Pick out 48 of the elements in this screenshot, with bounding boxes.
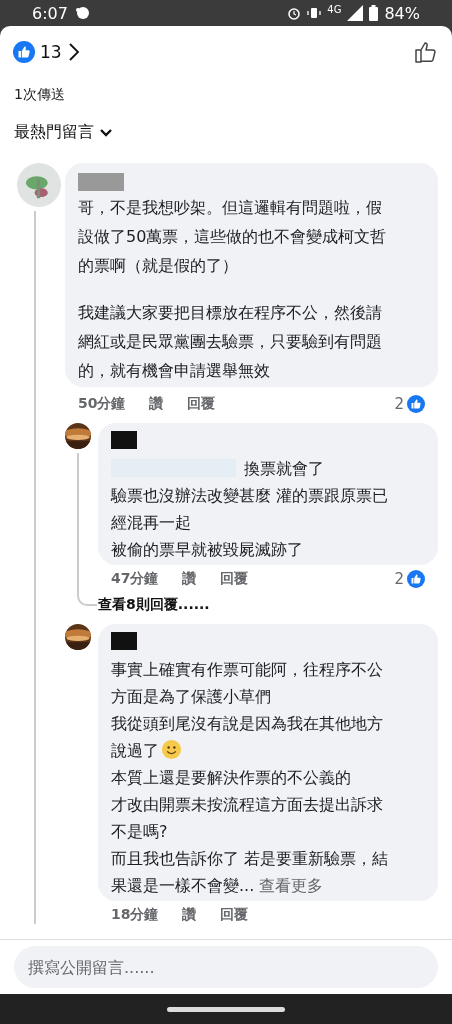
chevron-down-icon	[100, 128, 112, 137]
reaction-count[interactable]: 13	[40, 42, 62, 62]
redaction-block	[111, 431, 137, 449]
vibrate-icon	[307, 6, 322, 20]
like-badge-icon	[13, 41, 35, 63]
view-replies-link[interactable]: 查看8則回覆......	[98, 588, 438, 614]
comment-text: 驗票也沒辦法改變甚麼 灌的票跟原票已經混再一起	[111, 485, 390, 534]
like-link[interactable]: 讚	[182, 906, 197, 924]
comment-input[interactable]: 撰寫公開留言......	[14, 946, 438, 988]
avatar[interactable]	[65, 423, 91, 449]
sort-dropdown[interactable]: 最熱門留言	[0, 104, 452, 163]
like-badge-icon	[407, 395, 425, 413]
smiley-icon	[161, 739, 182, 760]
comment-time: 18分鐘	[111, 906, 159, 924]
comment-text: 我建議大家要把目標放在程序不公，然後請網紅或是民眾黨團去驗票，只要驗到有問題的，就有機會申請選舉無效	[78, 302, 383, 382]
reply-link[interactable]: 回覆	[187, 395, 216, 413]
status-time: 6:07	[32, 3, 68, 23]
comment-text: 我從頭到尾沒有說是因為我在其他地方說過了	[111, 713, 384, 762]
cloud-icon	[73, 6, 90, 20]
comment-text: 才改由開票未按流程這方面去提出訴求不是嗎?	[111, 794, 384, 843]
share-count: 1次傳送	[13, 85, 66, 104]
battery-icon	[369, 5, 379, 21]
battery-level: 84%	[384, 3, 420, 23]
like-link[interactable]: 讚	[182, 570, 197, 588]
home-indicator[interactable]	[167, 1006, 285, 1012]
thumbs-up-icon[interactable]	[414, 40, 438, 64]
comment-text: 本質上還是要解決作票的不公義的	[111, 767, 352, 789]
chevron-right-icon[interactable]	[67, 42, 80, 62]
see-more-link[interactable]: 查看更多	[259, 876, 324, 895]
reply-link[interactable]: 回覆	[220, 906, 249, 924]
comment-text: 換票就會了	[244, 459, 324, 478]
comment-text: 事實上確實有作票可能阿，往程序不公方面是為了保護小草們	[111, 659, 384, 708]
avatar[interactable]	[65, 624, 91, 650]
redaction-block	[111, 632, 137, 650]
comment-time: 50分鐘	[78, 395, 126, 413]
network-type: 4G	[327, 4, 342, 15]
reaction-count: 2	[394, 570, 404, 588]
alarm-icon	[287, 6, 302, 20]
reply-link[interactable]: 回覆	[220, 570, 249, 588]
comment-text: 而且我也告訴你了 若是要重新驗票，結果還是一樣不會變... 查看更多	[111, 848, 390, 897]
like-link[interactable]: 讚	[149, 395, 164, 413]
like-badge-icon	[407, 570, 425, 588]
comment-text: 被偷的票早就被毀屍滅跡了	[111, 539, 304, 561]
comment-time: 47分鐘	[111, 570, 159, 588]
signal-icon	[347, 5, 364, 21]
comment-text: 哥，不是我想吵架。但這邏輯有問題啦，假設做了50萬票，這些做的也不會變成柯文哲的票啊（就是假的了）	[78, 197, 388, 277]
reaction-count: 2	[394, 395, 404, 413]
redaction-block	[78, 173, 124, 191]
